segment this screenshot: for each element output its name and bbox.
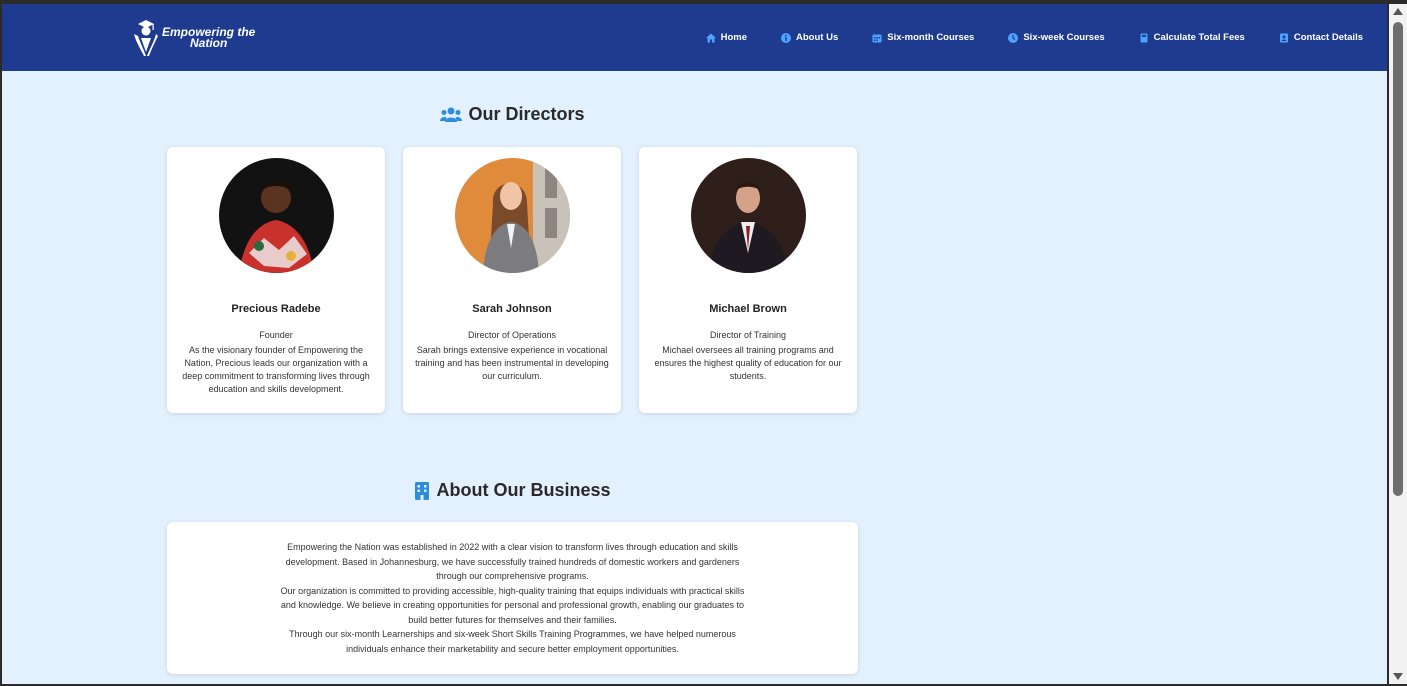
avatar — [455, 158, 570, 273]
nav-link-six-month-courses[interactable]: Six-month Courses — [872, 32, 974, 43]
director-role: Founder — [259, 330, 293, 340]
clock-icon — [1008, 32, 1019, 43]
director-name: Sarah Johnson — [472, 303, 552, 315]
scroll-up-arrow-icon[interactable] — [1393, 8, 1403, 15]
director-role: Director of Training — [709, 330, 787, 340]
about-heading: About Our Business — [167, 480, 858, 501]
director-description: As the visionary founder of Empowering t… — [182, 345, 370, 394]
nav-link-six-week-courses[interactable]: Six-week Courses — [1008, 32, 1105, 43]
info-icon — [781, 32, 792, 43]
users-icon — [440, 107, 463, 122]
avatar — [219, 158, 334, 273]
directors-title: Our Directors — [468, 104, 585, 124]
nav-link-label: Six-week Courses — [1023, 32, 1105, 43]
director-role: Director of Operations — [467, 330, 557, 340]
home-icon — [705, 33, 716, 42]
calculator-icon — [1140, 33, 1148, 42]
nav-link-home[interactable]: Home — [705, 32, 748, 43]
brand-logo-link[interactable]: Empowering the Nation — [132, 16, 255, 60]
graduate-logo-icon — [134, 20, 158, 56]
brand-line-2: Nation — [190, 36, 228, 50]
director-name: Precious Radebe — [231, 303, 321, 315]
director-card: Michael Brown Director of Training Micha… — [639, 147, 857, 413]
about-text: Empowering the Nation was established in… — [277, 540, 748, 656]
nav-link-label: Calculate Total Fees — [1153, 32, 1245, 43]
director-name: Michael Brown — [709, 303, 787, 315]
nav-link-label: Six-month Courses — [887, 32, 975, 43]
directors-heading: Our Directors — [167, 104, 858, 125]
nav-link-about-us[interactable]: About Us — [781, 32, 838, 43]
vertical-scrollbar[interactable] — [1389, 4, 1407, 684]
about-paragraph: Our organization is committed to providi… — [280, 585, 745, 625]
director-card: Sarah Johnson Director of Operations Sar… — [403, 147, 621, 413]
nav-link-label: Home — [720, 32, 748, 43]
director-description: Michael oversees all training programs a… — [654, 345, 842, 381]
about-card: Empowering the Nation was established in… — [167, 522, 858, 674]
nav-links: Home About Us Six-month Courses Six-week… — [705, 4, 1363, 71]
avatar — [691, 158, 806, 273]
about-title: About Our Business — [436, 480, 611, 500]
building-icon — [415, 481, 430, 500]
nav-link-label: About Us — [796, 32, 839, 43]
about-paragraph: Through our six-month Learnerships and s… — [289, 629, 736, 654]
calendar-icon — [872, 34, 882, 42]
director-description: Sarah brings extensive experience in voc… — [415, 345, 609, 381]
page: Empowering the Nation Home About Us Six-… — [2, 4, 1387, 684]
director-card: Precious Radebe Founder As the visionary… — [167, 147, 385, 413]
brand-name: Empowering the Nation — [162, 26, 255, 50]
nav-link-calculate-total-fees[interactable]: Calculate Total Fees — [1139, 32, 1245, 43]
nav-link-contact-details[interactable]: Contact Details — [1279, 32, 1363, 43]
scroll-down-arrow-icon[interactable] — [1393, 673, 1403, 680]
nav-link-label: Contact Details — [1293, 32, 1363, 43]
navbar: Empowering the Nation Home About Us Six-… — [2, 4, 1387, 71]
scroll-thumb[interactable] — [1393, 22, 1403, 496]
contact-icon — [1279, 33, 1288, 42]
about-paragraph: Empowering the Nation was established in… — [285, 542, 740, 581]
